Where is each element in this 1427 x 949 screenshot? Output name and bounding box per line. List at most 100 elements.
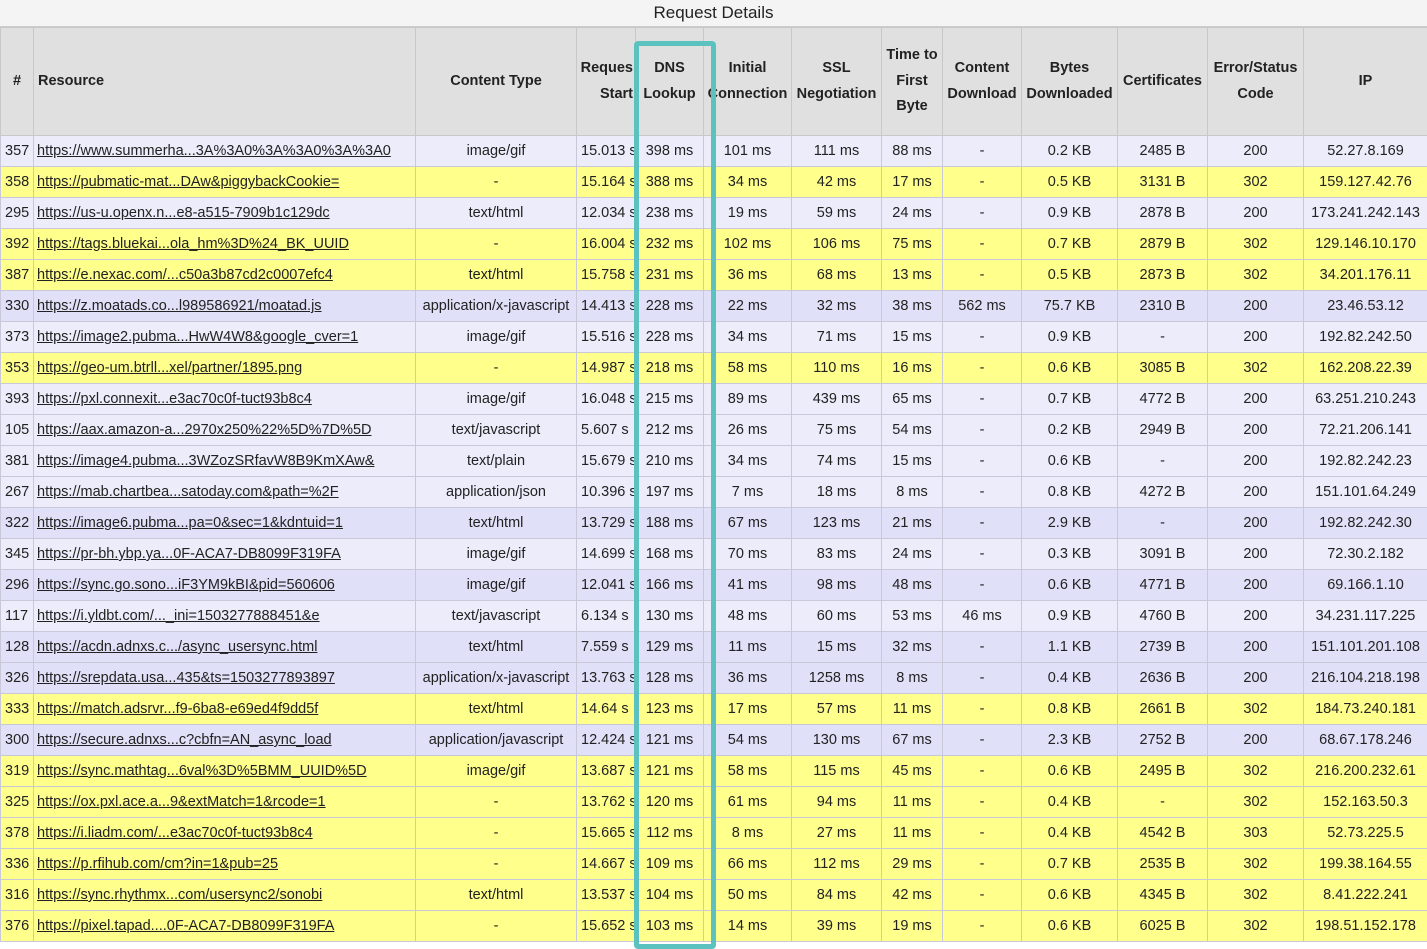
bytes-downloaded-cell: 0.8 KB <box>1022 694 1118 725</box>
column-header-ssl-negotiation[interactable]: SSL Negotiation <box>792 28 882 136</box>
content-type-cell: text/html <box>416 880 577 911</box>
resource-url-link[interactable]: https://sync.go.sono...iF3YM9kBI&pid=560… <box>37 577 335 593</box>
resource-url-link[interactable]: https://i.yldbt.com/..._ini=150327788845… <box>37 608 320 624</box>
row-number: 300 <box>1 725 34 756</box>
resource-url-link[interactable]: https://image6.pubma...pa=0&sec=1&kdntui… <box>37 515 343 531</box>
resource-url-link[interactable]: https://z.moatads.co...l989586921/moatad… <box>37 298 322 314</box>
resource-url-link[interactable]: https://p.rfihub.com/cm?in=1&pub=25 <box>37 856 278 872</box>
initial-connection-cell: 61 ms <box>704 787 792 818</box>
table-row: 345https://pr-bh.ybp.ya...0F-ACA7-DB8099… <box>1 539 1427 570</box>
resource-url-link[interactable]: https://e.nexac.com/...c50a3b87cd2c0007e… <box>37 267 333 283</box>
bytes-downloaded-cell: 0.4 KB <box>1022 787 1118 818</box>
content-type-cell: text/html <box>416 260 577 291</box>
column-header-time-to-first-byte[interactable]: Time to First Byte <box>882 28 943 136</box>
table-row: 105https://aax.amazon-a...2970x250%22%5D… <box>1 415 1427 446</box>
column-header-certificates[interactable]: Certificates <box>1118 28 1208 136</box>
ip-cell: 151.101.64.249 <box>1304 477 1427 508</box>
resource-cell: https://acdn.adnxs.c.../async_usersync.h… <box>34 632 416 663</box>
row-number: 333 <box>1 694 34 725</box>
resource-url-link[interactable]: https://image2.pubma...HwW4W8&google_cve… <box>37 329 358 345</box>
row-number: 387 <box>1 260 34 291</box>
resource-url-link[interactable]: https://mab.chartbea...satoday.com&path=… <box>37 484 339 500</box>
column-header-initial-connection[interactable]: Initial Connection <box>704 28 792 136</box>
bytes-downloaded-cell: 0.9 KB <box>1022 601 1118 632</box>
ip-cell: 192.82.242.50 <box>1304 322 1427 353</box>
dns-lookup-cell: 112 ms <box>636 818 704 849</box>
resource-url-link[interactable]: https://sync.rhythmx...com/usersync2/son… <box>37 887 322 903</box>
resource-url-link[interactable]: https://www.summerha...3A%3A0%3A%3A0%3A%… <box>37 143 391 159</box>
resource-url-link[interactable]: https://ox.pxl.ace.a...9&extMatch=1&rcod… <box>37 794 326 810</box>
status-code-cell: 200 <box>1208 570 1304 601</box>
status-code-cell: 200 <box>1208 477 1304 508</box>
bytes-downloaded-cell: 0.9 KB <box>1022 198 1118 229</box>
resource-url-link[interactable]: https://pubmatic-mat...DAw&piggybackCook… <box>37 174 339 190</box>
content-type-cell: text/javascript <box>416 415 577 446</box>
row-number: 378 <box>1 818 34 849</box>
content-download-cell: - <box>943 849 1022 880</box>
resource-url-link[interactable]: https://pxl.connexit...e3ac70c0f-tuct93b… <box>37 391 312 407</box>
column-header-content-type[interactable]: Content Type <box>416 28 577 136</box>
resource-url-link[interactable]: https://image4.pubma...3WZozSRfavW8B9KmX… <box>37 453 374 469</box>
resource-url-link[interactable]: https://tags.bluekai...ola_hm%3D%24_BK_U… <box>37 236 349 252</box>
status-code-cell: 303 <box>1208 818 1304 849</box>
request-start-cell: 13.762 s <box>577 787 636 818</box>
status-code-cell: 200 <box>1208 663 1304 694</box>
column-header-num[interactable]: # <box>1 28 34 136</box>
table-row: 336https://p.rfihub.com/cm?in=1&pub=25-1… <box>1 849 1427 880</box>
content-type-cell: text/html <box>416 508 577 539</box>
request-start-cell: 12.424 s <box>577 725 636 756</box>
resource-url-link[interactable]: https://secure.adnxs...c?cbfn=AN_async_l… <box>37 732 332 748</box>
content-download-cell: - <box>943 694 1022 725</box>
initial-connection-cell: 58 ms <box>704 353 792 384</box>
resource-url-link[interactable]: https://srepdata.usa...435&ts=1503277893… <box>37 670 335 686</box>
resource-cell: https://us-u.openx.n...e8-a515-7909b1c12… <box>34 198 416 229</box>
initial-connection-cell: 36 ms <box>704 663 792 694</box>
resource-url-link[interactable]: https://us-u.openx.n...e8-a515-7909b1c12… <box>37 205 330 221</box>
column-header-status-code[interactable]: Error/Status Code <box>1208 28 1304 136</box>
ssl-negotiation-cell: 115 ms <box>792 756 882 787</box>
certificates-cell: 4771 B <box>1118 570 1208 601</box>
bytes-downloaded-cell: 0.6 KB <box>1022 353 1118 384</box>
content-download-cell: - <box>943 756 1022 787</box>
table-row: 387https://e.nexac.com/...c50a3b87cd2c00… <box>1 260 1427 291</box>
resource-url-link[interactable]: https://i.liadm.com/...e3ac70c0f-tuct93b… <box>37 825 313 841</box>
ssl-negotiation-cell: 130 ms <box>792 725 882 756</box>
bytes-downloaded-cell: 0.6 KB <box>1022 570 1118 601</box>
initial-connection-cell: 48 ms <box>704 601 792 632</box>
certificates-cell: 3131 B <box>1118 167 1208 198</box>
ttfb-cell: 13 ms <box>882 260 943 291</box>
column-header-content-download[interactable]: Content Download <box>943 28 1022 136</box>
ttfb-cell: 8 ms <box>882 663 943 694</box>
certificates-cell: 4760 B <box>1118 601 1208 632</box>
resource-url-link[interactable]: https://pr-bh.ybp.ya...0F-ACA7-DB8099F31… <box>37 546 341 562</box>
content-type-cell: - <box>416 167 577 198</box>
resource-cell: https://i.liadm.com/...e3ac70c0f-tuct93b… <box>34 818 416 849</box>
dns-lookup-cell: 232 ms <box>636 229 704 260</box>
ttfb-cell: 32 ms <box>882 632 943 663</box>
resource-url-link[interactable]: https://sync.mathtag...6val%3D%5BMM_UUID… <box>37 763 367 779</box>
column-header-resource[interactable]: Resource <box>34 28 416 136</box>
column-header-dns-lookup[interactable]: DNS Lookup <box>636 28 704 136</box>
content-type-cell: application/x-javascript <box>416 291 577 322</box>
dns-lookup-cell: 128 ms <box>636 663 704 694</box>
resource-cell: https://secure.adnxs...c?cbfn=AN_async_l… <box>34 725 416 756</box>
column-header-ip[interactable]: IP <box>1304 28 1427 136</box>
resource-url-link[interactable]: https://aax.amazon-a...2970x250%22%5D%7D… <box>37 422 372 438</box>
column-header-bytes-downloaded[interactable]: Bytes Downloaded <box>1022 28 1118 136</box>
column-header-request-start[interactable]: Reques Start <box>577 28 636 136</box>
ip-cell: 72.21.206.141 <box>1304 415 1427 446</box>
status-code-cell: 200 <box>1208 601 1304 632</box>
content-download-cell: - <box>943 136 1022 167</box>
table-row: 296https://sync.go.sono...iF3YM9kBI&pid=… <box>1 570 1427 601</box>
status-code-cell: 200 <box>1208 508 1304 539</box>
content-download-cell: - <box>943 229 1022 260</box>
resource-url-link[interactable]: https://match.adsrvr...f9-6ba8-e69ed4f9d… <box>37 701 318 717</box>
dns-lookup-cell: 210 ms <box>636 446 704 477</box>
content-download-cell: - <box>943 880 1022 911</box>
request-start-cell: 15.013 s <box>577 136 636 167</box>
resource-url-link[interactable]: https://pixel.tapad....0F-ACA7-DB8099F31… <box>37 918 334 934</box>
resource-url-link[interactable]: https://acdn.adnxs.c.../async_usersync.h… <box>37 639 317 655</box>
certificates-cell: - <box>1118 446 1208 477</box>
status-code-cell: 200 <box>1208 632 1304 663</box>
resource-url-link[interactable]: https://geo-um.btrll...xel/partner/1895.… <box>37 360 302 376</box>
